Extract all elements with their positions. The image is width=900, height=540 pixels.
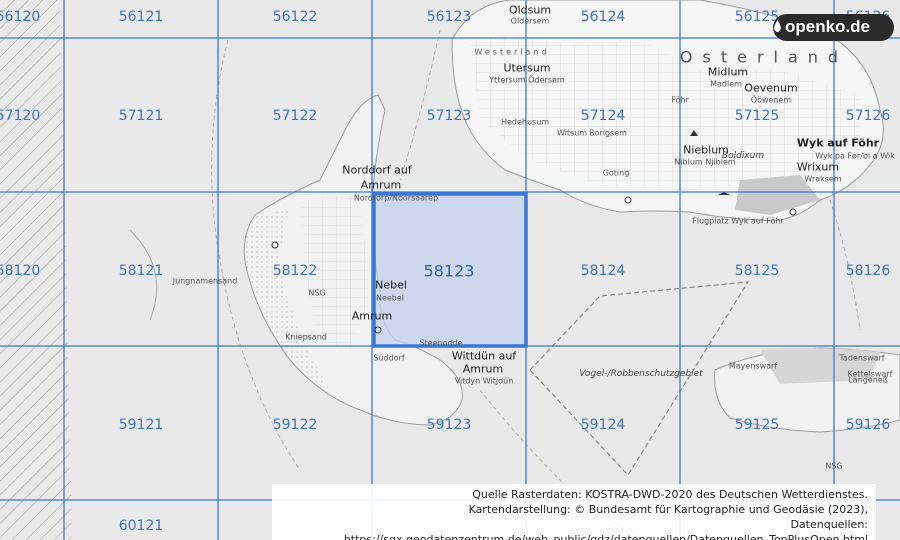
attribution-box: Quelle Rasterdaten: KOSTRA-DWD-2020 des …	[272, 484, 876, 540]
place-label: Amrum	[351, 309, 393, 323]
grid-cell-label: 57125	[734, 108, 780, 124]
place-label: Goting	[602, 168, 630, 178]
place-label: Yttersum Ödersem	[489, 75, 565, 85]
place-label: Langeneß	[848, 375, 888, 385]
place-label: Wyk pa Før/bi a Wik	[815, 151, 895, 161]
grid-cell-label: 57126	[845, 108, 891, 124]
place-label: Nordtorp/Noorsaarep	[353, 193, 439, 203]
place-label: Nebel	[375, 278, 407, 292]
place-label: Hedehusum	[500, 117, 550, 127]
place-label: Ööwenem	[750, 95, 792, 105]
place-label: Witsum	[556, 128, 588, 138]
place-label: Tadenswarf	[839, 353, 885, 363]
place-label: Oldsum	[508, 3, 552, 17]
place-label: Jungnamensand	[172, 276, 238, 286]
place-label: Föhr	[671, 95, 689, 105]
place-label: Steenodde	[419, 338, 463, 348]
grid-cell-label: 56121	[118, 9, 164, 25]
grid-cell-label: 58121	[118, 263, 164, 279]
grid-cell-label: 60121	[118, 518, 164, 534]
place-label: Wyk auf Föhr	[796, 136, 880, 150]
raindrop-icon	[774, 20, 781, 32]
place-label: Vogel-/Robbenschutzgebiet	[579, 369, 703, 379]
grid-cell-label: 57121	[118, 108, 164, 124]
place-label: Utersum	[503, 61, 551, 75]
place-label: Süddorf	[373, 353, 405, 363]
place-label: Madlem	[710, 79, 742, 89]
place-label: Wittdün auf	[451, 349, 517, 363]
place-label: Norddorf auf	[342, 163, 412, 177]
place-label: Westerland	[474, 47, 550, 57]
place-label: Vitdyn Witjdün	[454, 376, 514, 386]
place-label: NSG	[825, 461, 843, 471]
place-label: Oevenum	[744, 81, 798, 95]
grid-cell-label: 56124	[580, 9, 626, 25]
credit-line-2: Kartendarstellung: © Bundesamt für Karto…	[468, 503, 868, 516]
place-label: Kniepsand	[285, 332, 327, 342]
grid-cell-label: 58126	[845, 263, 891, 279]
grid-cell-label: 59125	[734, 417, 780, 433]
grid-cell-label: 58125	[734, 263, 780, 279]
place-label: Amrum	[462, 362, 504, 376]
place-label: Amrum	[360, 178, 402, 192]
credit-line-3: Datenquellen: https://sgx.geodatenzentru…	[343, 518, 868, 540]
grid-cell-label: 59121	[118, 417, 164, 433]
place-label: Oldersem	[510, 16, 550, 26]
place-label: Boldixum	[721, 151, 765, 161]
place-label: Wraksem	[804, 174, 842, 184]
openko-logo[interactable]: openko.de	[772, 14, 894, 41]
map-canvas[interactable]: 5612056121561225612356124561255612657120…	[0, 0, 900, 540]
grid-cell-label: 56120	[0, 9, 41, 25]
place-label: Wrixum	[796, 160, 840, 174]
place-label: Borigsem	[589, 128, 627, 138]
place-label: Mayenswarf	[728, 361, 778, 371]
grid-cell-label: 59124	[580, 417, 626, 433]
place-label: Neebel	[375, 293, 405, 303]
place-label: Osterland	[679, 47, 849, 67]
grid-cell-label: 59123	[426, 417, 472, 433]
grid-cell-label: 57122	[272, 108, 318, 124]
grid-cell-label: 56122	[272, 9, 318, 25]
grid-cell-label: 58122	[272, 263, 318, 279]
place-label: Flugplatz Wyk auf Föhr	[692, 216, 784, 226]
grid-cell-label: 58120	[0, 263, 41, 279]
grid-cell-label: 57123	[426, 108, 472, 124]
place-label: Midlum	[707, 65, 749, 79]
grid-cell-label: 58124	[580, 263, 626, 279]
grid-cell-label: 58123	[423, 261, 475, 281]
grid-cell-label: 59126	[845, 417, 891, 433]
credit-line-1: Quelle Rasterdaten: KOSTRA-DWD-2020 des …	[472, 488, 868, 501]
grid-cell-label: 57120	[0, 108, 41, 124]
grid-cell-label: 57124	[580, 108, 626, 124]
place-label: NSG	[308, 288, 326, 298]
grid-cell-label: 56123	[426, 9, 472, 25]
grid-cell-label: 59122	[272, 417, 318, 433]
logo-text: openko.de	[784, 17, 870, 36]
